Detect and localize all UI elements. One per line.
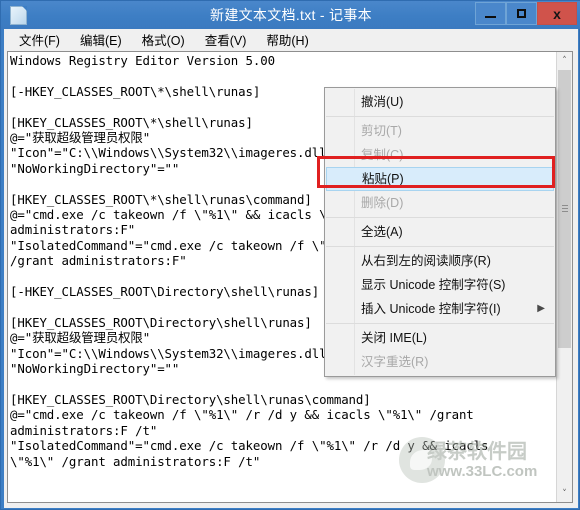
- minimize-icon: [476, 3, 505, 31]
- context-menu-item-close-ime[interactable]: 关闭 IME(L): [325, 326, 555, 350]
- context-menu-item-select-all[interactable]: 全选(A): [325, 220, 555, 244]
- context-menu: 撤消(U) 剪切(T) 复制(C) 粘贴(P) 删除(D) 全选(A) 从右到左…: [324, 87, 556, 377]
- menu-format[interactable]: 格式(O): [132, 28, 195, 52]
- context-menu-item-reconvert: 汉字重选(R): [361, 355, 429, 369]
- maximize-button[interactable]: [506, 2, 537, 25]
- menu-help[interactable]: 帮助(H): [256, 28, 318, 52]
- scroll-up-icon[interactable]: ˄: [557, 52, 572, 69]
- context-menu-item-copy: 复制(C): [361, 148, 404, 162]
- close-button[interactable]: x: [537, 2, 577, 25]
- context-menu-item-delete: 删除(D): [361, 196, 404, 210]
- context-menu-item-cut: 剪切(T): [361, 124, 402, 138]
- scroll-down-icon[interactable]: ˅: [557, 485, 572, 502]
- context-menu-item-rtl-reading-order[interactable]: 从右到左的阅读顺序(R): [325, 249, 555, 273]
- context-menu-separator: [326, 246, 554, 247]
- menu-file[interactable]: 文件(F): [9, 28, 70, 52]
- title-bar[interactable]: 新建文本文档.txt - 记事本 x: [1, 1, 580, 29]
- context-menu-separator: [326, 323, 554, 324]
- scrollbar-grip-icon: [562, 205, 568, 213]
- menu-bar: 文件(F) 编辑(E) 格式(O) 查看(V) 帮助(H): [4, 29, 578, 51]
- minimize-button[interactable]: [475, 2, 506, 25]
- context-menu-item-label: 插入 Unicode 控制字符(I): [361, 302, 501, 316]
- notepad-window: 新建文本文档.txt - 记事本 x 文件(F) 编辑(E) 格式(O) 查看(…: [0, 0, 580, 510]
- menu-view[interactable]: 查看(V): [195, 28, 257, 52]
- scrollbar-thumb[interactable]: [558, 70, 571, 348]
- context-menu-item-insert-unicode-control-character[interactable]: 插入 Unicode 控制字符(I) ▶: [325, 297, 555, 321]
- vertical-scrollbar[interactable]: ˄ ˅: [556, 52, 572, 502]
- chevron-right-icon: ▶: [537, 303, 545, 314]
- context-menu-separator: [326, 116, 554, 117]
- context-menu-separator: [326, 217, 554, 218]
- menu-edit[interactable]: 编辑(E): [70, 28, 132, 52]
- maximize-icon: [507, 3, 536, 24]
- close-icon: x: [553, 5, 561, 22]
- context-menu-item-paste[interactable]: 粘贴(P): [326, 167, 554, 191]
- context-menu-item-undo[interactable]: 撤消(U): [325, 90, 555, 114]
- context-menu-item-show-unicode-control-characters[interactable]: 显示 Unicode 控制字符(S): [325, 273, 555, 297]
